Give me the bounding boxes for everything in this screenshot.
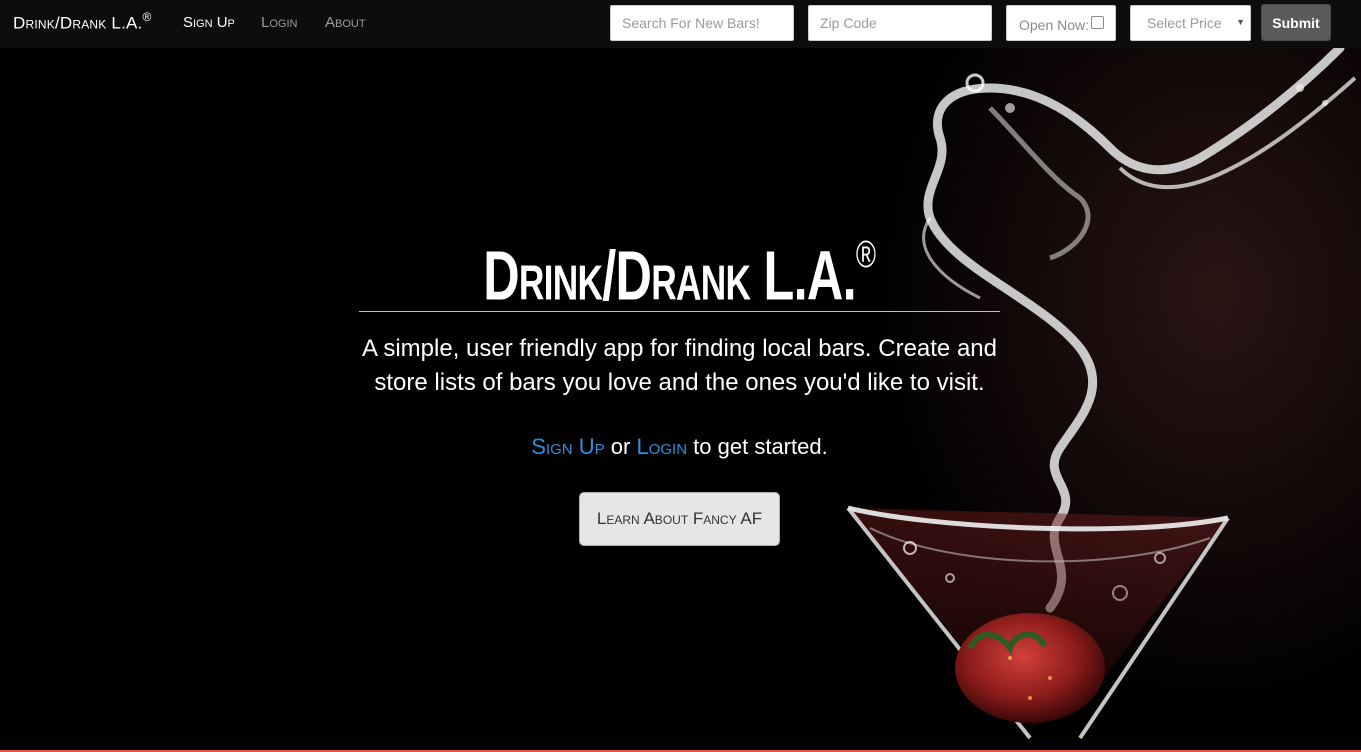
hero-registered-mark: ® xyxy=(856,234,876,276)
hero-cta-text: Sign Up or Login to get started. xyxy=(359,434,1000,460)
open-now-field: Open Now: xyxy=(1006,5,1116,41)
cta-login-link[interactable]: Login xyxy=(636,434,687,459)
hero-description: A simple, user friendly app for finding … xyxy=(361,335,997,397)
open-now-label: Open Now: xyxy=(1019,16,1090,33)
submit-button[interactable]: Submit xyxy=(1261,4,1331,41)
brand-text: Drink/Drank L.A. xyxy=(13,13,143,33)
cta-suffix-text: to get started. xyxy=(693,434,828,460)
zip-code-input[interactable] xyxy=(808,5,992,41)
hero-title-text: Drink/Drank L.A. xyxy=(483,236,857,315)
caret-down-icon: ▼ xyxy=(1236,17,1245,27)
nav-signup-link[interactable]: Sign Up xyxy=(183,14,235,31)
navbar: Drink/Drank L.A.® Sign Up Login About Op… xyxy=(0,0,1361,48)
brand-registered-mark: ® xyxy=(142,10,152,24)
nav-login-link[interactable]: Login xyxy=(261,14,297,31)
cta-or-text: or xyxy=(610,434,631,460)
search-bars-input[interactable] xyxy=(610,5,794,41)
learn-about-button[interactable]: Learn About Fancy AF xyxy=(579,492,780,547)
price-select[interactable]: Select Price ▼ xyxy=(1130,5,1251,41)
cta-signup-link[interactable]: Sign Up xyxy=(531,434,604,459)
open-now-checkbox[interactable] xyxy=(1091,16,1105,29)
hero-section: Drink/Drank L.A.® A simple, user friendl… xyxy=(359,228,1000,547)
page: Drink/Drank L.A.® Sign Up Login About Op… xyxy=(0,0,1361,752)
brand-link[interactable]: Drink/Drank L.A.® xyxy=(13,10,152,34)
hero-title: Drink/Drank L.A.® xyxy=(483,228,876,310)
nav-about-link[interactable]: About xyxy=(325,14,366,31)
price-select-value: Select Price xyxy=(1147,15,1222,31)
